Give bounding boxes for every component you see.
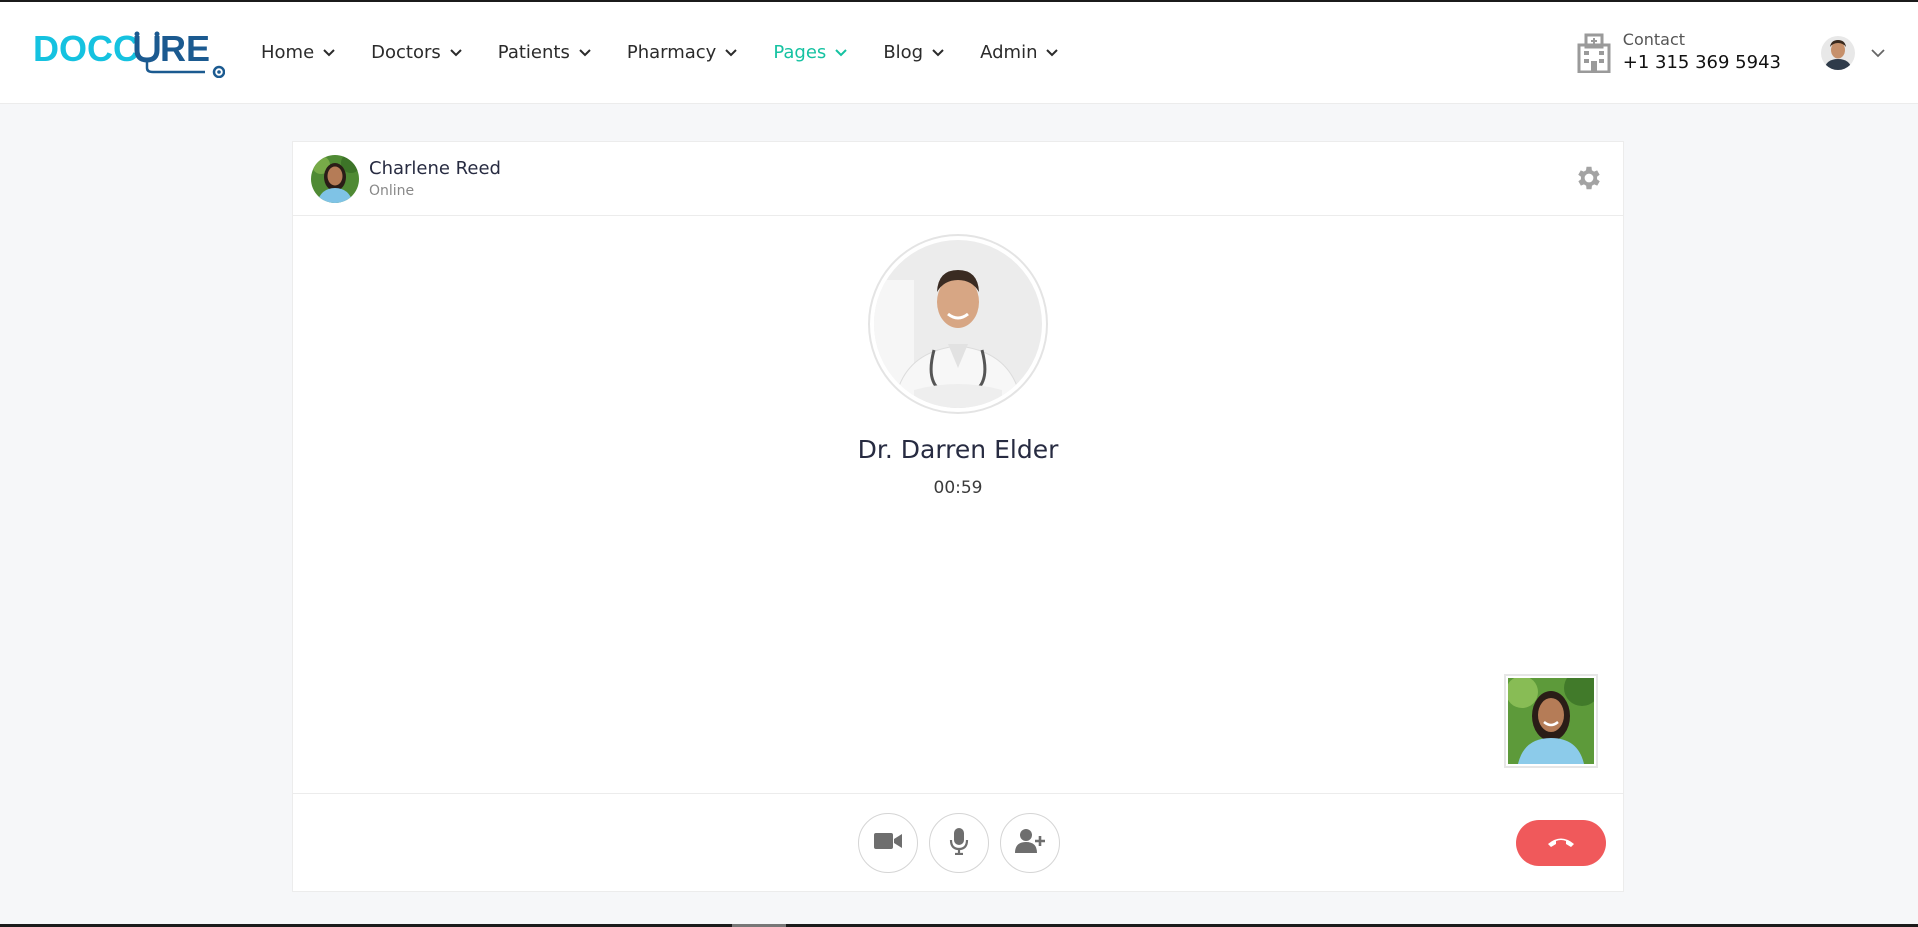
avatar [311,154,359,203]
video-call-card: Charlene Reed Online Dr. Darren Elder 00… [292,141,1624,892]
avatar [1821,35,1855,70]
call-timer: 00:59 [933,478,983,498]
video-camera-icon [873,830,903,856]
nav-item-blog[interactable]: Blog [883,42,944,63]
mute-button[interactable] [929,813,989,873]
nav-item-label: Pharmacy [626,42,717,63]
doctor-avatar [868,234,1048,414]
settings-button[interactable] [1573,164,1605,196]
nav-item-pharmacy[interactable]: Pharmacy [627,42,738,63]
video-toggle-button[interactable] [858,813,918,873]
chevron-down-icon [725,48,738,57]
add-participant-button[interactable] [1000,813,1060,873]
nav-item-patients[interactable]: Patients [498,42,591,63]
add-user-icon [1014,828,1046,858]
call-header: Charlene Reed Online [293,142,1623,216]
svg-text:RE: RE [160,28,210,69]
phone-hangup-icon [1546,834,1576,853]
nav-item-home[interactable]: Home [261,42,335,63]
contact-phone[interactable]: +1 315 369 5943 [1623,50,1781,76]
nav-item-pages[interactable]: Pages [773,42,848,63]
chevron-down-icon [1046,48,1059,57]
doctor-name: Dr. Darren Elder [857,435,1059,464]
nav-item-label: Doctors [371,42,441,63]
hospital-icon [1577,33,1611,73]
header-contact: Contact +1 315 369 5943 [1577,30,1781,76]
microphone-icon [949,827,969,859]
user-menu[interactable] [1821,35,1885,70]
svg-text:DOCC: DOCC [33,28,139,69]
chevron-down-icon [835,48,848,57]
doccure-logo[interactable]: DOCC RE [33,23,225,83]
self-video-preview[interactable] [1504,674,1598,768]
main-nav: Home Doctors Patients Pharmacy Pages Blo… [261,2,1094,103]
site-header: DOCC RE Home Doctors Patients Pharmacy P… [0,2,1918,104]
end-call-button[interactable] [1516,820,1606,866]
nav-item-admin[interactable]: Admin [980,42,1059,63]
nav-item-label: Blog [883,42,924,63]
header-right: Contact +1 315 369 5943 [1577,30,1885,76]
chevron-down-icon [1871,43,1885,62]
caller-name: Charlene Reed [369,157,501,179]
chevron-down-icon [450,48,462,57]
nav-item-label: Home [261,42,315,63]
caller-status: Online [369,182,415,199]
call-controls [293,793,1623,891]
nav-item-label: Patients [497,42,570,63]
gear-icon [1574,163,1604,197]
chevron-down-icon [932,48,944,57]
nav-item-label: Admin [980,42,1038,63]
chevron-down-icon [579,48,591,57]
call-body: Dr. Darren Elder 00:59 [293,216,1623,794]
chevron-down-icon [323,48,335,57]
contact-label: Contact [1622,29,1686,49]
nav-item-doctors[interactable]: Doctors [371,42,462,63]
nav-item-label: Pages [773,42,827,63]
